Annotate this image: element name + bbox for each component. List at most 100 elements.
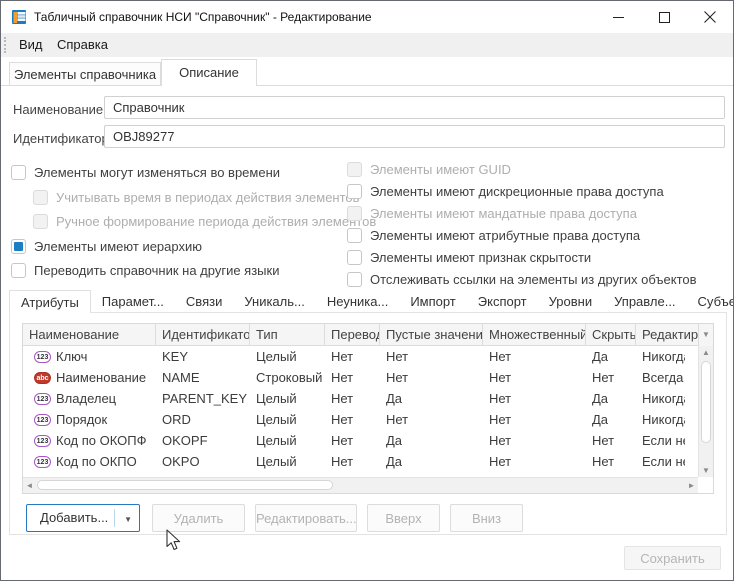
attributes-tab-page: Наименование Идентификатор Тип Перевод П… (9, 312, 727, 535)
option-attribute-rights[interactable]: Элементы имеют атрибутные права доступа (347, 227, 640, 243)
vertical-scrollbar[interactable]: ▲ ▼ (698, 346, 713, 477)
delete-button[interactable]: Удалить (152, 504, 245, 532)
tab-attributes[interactable]: Атрибуты (9, 290, 91, 313)
cell-hidden: Да (586, 412, 636, 427)
cell-hidden: Нет (586, 370, 636, 385)
option-track-time-periods: Учитывать время в периодах действия элем… (33, 189, 360, 205)
tab-levels[interactable]: Уровни (538, 290, 603, 313)
checkbox-icon[interactable] (347, 228, 362, 243)
cell-hidden: Нет (586, 433, 636, 448)
tab-elements[interactable]: Элементы справочника (9, 62, 161, 86)
checkbox-icon[interactable] (347, 272, 362, 287)
option-track-references[interactable]: Отслеживать ссылки на элементы из других… (347, 271, 697, 287)
table-row[interactable]: 123Код по ОКОПФ OKOPF Целый Нет Да Нет Н… (23, 430, 698, 451)
title-bar: Табличный справочник НСИ "Справочник" - … (1, 1, 733, 33)
checkbox-icon[interactable] (11, 263, 26, 278)
tab-import[interactable]: Импорт (399, 290, 466, 313)
vertical-scroll-thumb[interactable] (701, 361, 711, 443)
edit-button[interactable]: Редактировать... (255, 504, 357, 532)
table-row[interactable]: 123Ключ KEY Целый Нет Нет Нет Да Никогда (23, 346, 698, 367)
scroll-down-icon[interactable]: ▼ (699, 464, 713, 477)
column-header-translate[interactable]: Перевод (325, 324, 380, 345)
checkbox-icon[interactable] (11, 165, 26, 180)
menu-view[interactable]: Вид (11, 33, 51, 57)
window-controls (595, 1, 733, 33)
cell-translate: Нет (325, 433, 380, 448)
cell-editing: Никогда (636, 391, 685, 406)
horizontal-scrollbar[interactable]: ◄ ► (23, 477, 698, 493)
app-icon (11, 9, 27, 25)
column-header-name[interactable]: Наименование (23, 324, 156, 345)
checkbox-checked-icon[interactable] (11, 239, 26, 254)
option-hidden-flag[interactable]: Элементы имеют признак скрытости (347, 249, 591, 265)
chevron-down-icon[interactable]: ▼ (124, 515, 132, 524)
cell-empty: Нет (380, 370, 483, 385)
option-hierarchy[interactable]: Элементы имеют иерархию (11, 238, 202, 254)
table-row[interactable]: abcНаименование NAME Строковый Нет Нет Н… (23, 367, 698, 388)
option-translate-languages[interactable]: Переводить справочник на другие языки (11, 262, 279, 278)
cell-name: Наименование (56, 370, 146, 385)
checkbox-icon (347, 206, 362, 221)
checkbox-icon[interactable] (347, 250, 362, 265)
cell-type: Целый (250, 433, 325, 448)
checkbox-icon[interactable] (347, 184, 362, 199)
tab-parameters[interactable]: Парамет... (91, 290, 175, 313)
checkbox-icon (33, 214, 48, 229)
numeric-type-icon: 123 (34, 435, 51, 447)
cell-multiple: Нет (483, 433, 586, 448)
tab-management[interactable]: Управле... (603, 290, 686, 313)
maximize-button[interactable] (641, 1, 687, 33)
split-button-divider (114, 509, 115, 527)
scroll-up-icon[interactable]: ▲ (699, 346, 713, 359)
column-header-type[interactable]: Тип (250, 324, 325, 345)
add-button-label: Добавить... (40, 510, 108, 525)
tab-subjects[interactable]: Субъек... (687, 290, 734, 313)
column-header-multiple[interactable]: Множественный (483, 324, 586, 345)
mouse-cursor (166, 529, 186, 551)
table-row[interactable]: 123Владелец PARENT_KEY Целый Нет Да Нет … (23, 388, 698, 409)
column-header-identifier[interactable]: Идентификатор (156, 324, 250, 345)
cell-editing: Никогда (636, 412, 685, 427)
save-button[interactable]: Сохранить (624, 546, 721, 570)
option-discretionary-rights[interactable]: Элементы имеют дискреционные права досту… (347, 183, 664, 199)
cell-empty: Нет (380, 349, 483, 364)
cell-translate: Нет (325, 370, 380, 385)
minimize-icon (613, 12, 624, 23)
column-header-empty-values[interactable]: Пустые значения (380, 324, 483, 345)
menu-help[interactable]: Справка (49, 33, 116, 57)
table-row[interactable]: 123Порядок ORD Целый Нет Нет Нет Да Нико… (23, 409, 698, 430)
close-button[interactable] (687, 1, 733, 33)
cell-hidden: Нет (586, 454, 636, 469)
toolbar-gripper[interactable] (4, 37, 6, 53)
tab-export[interactable]: Экспорт (467, 290, 538, 313)
tab-unique[interactable]: Уникаль... (233, 290, 316, 313)
table-row[interactable]: 123Код по ОКПО OKPO Целый Нет Да Нет Нет… (23, 451, 698, 472)
identifier-input[interactable] (104, 125, 725, 148)
add-button[interactable]: Добавить... ▼ (26, 504, 140, 532)
option-mandatory-rights: Элементы имеют мандатные права доступа (347, 205, 637, 221)
option-elements-change-in-time[interactable]: Элементы могут изменяться во времени (11, 164, 280, 180)
tab-description[interactable]: Описание (161, 59, 257, 86)
cell-type: Целый (250, 391, 325, 406)
cell-identifier: OKOPF (156, 433, 250, 448)
numeric-type-icon: 123 (34, 456, 51, 468)
scroll-right-icon[interactable]: ► (685, 478, 698, 493)
cell-identifier: NAME (156, 370, 250, 385)
move-down-button[interactable]: Вниз (450, 504, 523, 532)
column-header-hidden[interactable]: Скрытый (586, 324, 636, 345)
move-up-button[interactable]: Вверх (367, 504, 440, 532)
cell-multiple: Нет (483, 370, 586, 385)
cell-editing: Если не (636, 433, 685, 448)
scroll-left-icon[interactable]: ◄ (23, 478, 36, 493)
cell-empty: Да (380, 433, 483, 448)
column-chooser-button[interactable]: ▼ (698, 324, 713, 346)
name-input[interactable] (104, 96, 725, 119)
horizontal-scroll-thumb[interactable] (37, 480, 333, 490)
cell-empty: Да (380, 391, 483, 406)
minimize-button[interactable] (595, 1, 641, 33)
tab-links[interactable]: Связи (175, 290, 233, 313)
checkbox-icon (347, 162, 362, 177)
cell-multiple: Нет (483, 412, 586, 427)
column-header-editing[interactable]: Редактир (636, 324, 698, 345)
tab-nonunique[interactable]: Неуника... (316, 290, 399, 313)
